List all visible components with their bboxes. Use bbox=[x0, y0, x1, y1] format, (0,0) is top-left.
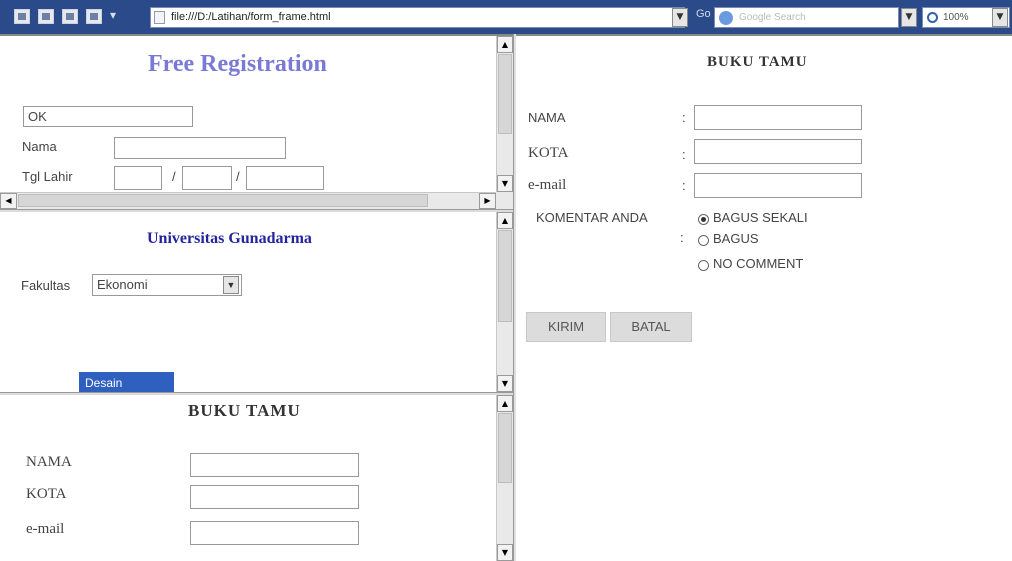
search-dropdown-button[interactable]: ▼ bbox=[901, 8, 917, 27]
google-search-box[interactable]: Google Search bbox=[714, 7, 899, 28]
nama-label: NAMA bbox=[26, 454, 72, 470]
colon: : bbox=[682, 147, 686, 162]
kota-input[interactable] bbox=[694, 139, 862, 164]
guestbook-title: BUKU TAMU bbox=[188, 401, 301, 420]
home-icon[interactable] bbox=[14, 9, 30, 24]
zoom-value: 100% bbox=[943, 12, 969, 23]
kota-label: KOTA bbox=[26, 486, 67, 502]
option-label: NO COMMENT bbox=[713, 256, 804, 271]
year-input[interactable] bbox=[246, 166, 324, 190]
scroll-down-icon[interactable]: ▼ bbox=[497, 544, 513, 561]
scroll-thumb[interactable] bbox=[498, 413, 512, 483]
email-input[interactable] bbox=[190, 521, 359, 545]
address-bar[interactable]: file:///D:/Latihan/form_frame.html bbox=[150, 7, 685, 28]
kota-input[interactable] bbox=[190, 485, 359, 509]
frame1-vertical-scrollbar[interactable]: ▲ ▼ bbox=[496, 36, 513, 192]
frame-registration: Free Registration OK Nama Tgl Lahir / / … bbox=[0, 36, 513, 209]
frame-guestbook-main: BUKU TAMU NAMA : KOTA : e-mail : KOMENTA… bbox=[516, 36, 1012, 561]
page-title: Free Registration bbox=[148, 51, 327, 77]
colon: : bbox=[682, 110, 686, 125]
colon: : bbox=[682, 178, 686, 193]
scroll-up-icon[interactable]: ▲ bbox=[497, 36, 513, 53]
scroll-corner bbox=[496, 192, 513, 209]
radio-no-comment[interactable] bbox=[698, 260, 709, 271]
email-input[interactable] bbox=[694, 173, 862, 198]
month-input[interactable] bbox=[182, 166, 232, 190]
browser-toolbar: ▾ file:///D:/Latihan/form_frame.html ▼ G… bbox=[0, 0, 1012, 34]
magnifier-icon bbox=[927, 12, 938, 23]
scroll-thumb[interactable] bbox=[498, 54, 512, 134]
page-icon[interactable] bbox=[86, 9, 102, 24]
frame1-horizontal-scrollbar[interactable]: ◀ ▶ bbox=[0, 192, 496, 209]
fakultas-label: Fakultas bbox=[21, 278, 71, 293]
option-label: BAGUS SEKALI bbox=[713, 210, 808, 225]
google-icon bbox=[719, 11, 733, 25]
kota-label: KOTA bbox=[528, 145, 569, 161]
chevron-down-icon[interactable]: ▼ bbox=[223, 276, 239, 294]
frame3-vertical-scrollbar[interactable]: ▲ ▼ bbox=[496, 395, 513, 561]
search-placeholder: Google Search bbox=[739, 12, 806, 23]
frame-university: Universitas Gunadarma Fakultas Ekonomi ▼… bbox=[0, 212, 513, 392]
scroll-down-icon[interactable]: ▼ bbox=[497, 375, 513, 392]
nama-label: Nama bbox=[22, 139, 57, 154]
tgl-lahir-label: Tgl Lahir bbox=[22, 169, 73, 184]
fakultas-value: Ekonomi bbox=[97, 277, 148, 292]
bookmarks-icon[interactable] bbox=[38, 9, 54, 24]
komentar-label: KOMENTAR ANDA bbox=[536, 210, 648, 225]
frame2-vertical-scrollbar[interactable]: ▲ ▼ bbox=[496, 212, 513, 392]
frame-guestbook-small: BUKU TAMU NAMA KOTA e-mail ▲ ▼ bbox=[0, 395, 513, 561]
zoom-dropdown-button[interactable]: ▼ bbox=[992, 8, 1008, 27]
address-text: file:///D:/Latihan/form_frame.html bbox=[171, 11, 331, 23]
nama-input[interactable] bbox=[694, 105, 862, 130]
nama-input[interactable] bbox=[190, 453, 359, 477]
scroll-up-icon[interactable]: ▲ bbox=[497, 212, 513, 229]
day-input[interactable] bbox=[114, 166, 162, 190]
email-label: e-mail bbox=[528, 177, 567, 193]
go-button[interactable]: Go bbox=[696, 8, 711, 20]
option-label: BAGUS bbox=[713, 231, 759, 246]
radio-bagus-sekali[interactable] bbox=[698, 214, 709, 225]
address-dropdown-button[interactable]: ▼ bbox=[672, 8, 688, 27]
university-title: Universitas Gunadarma bbox=[147, 230, 312, 247]
chevron-down-icon[interactable]: ▾ bbox=[110, 8, 116, 22]
scroll-thumb[interactable] bbox=[18, 194, 428, 207]
date-separator: / bbox=[172, 169, 176, 184]
scroll-left-icon[interactable]: ◀ bbox=[0, 193, 17, 209]
radio-bagus[interactable] bbox=[698, 235, 709, 246]
batal-button[interactable]: BATAL bbox=[610, 312, 692, 342]
guestbook-title: BUKU TAMU bbox=[707, 54, 808, 70]
email-label: e-mail bbox=[26, 521, 65, 537]
fakultas-select[interactable]: Ekonomi ▼ bbox=[92, 274, 242, 296]
nama-input[interactable] bbox=[114, 137, 286, 159]
date-separator: / bbox=[236, 169, 240, 184]
colon: : bbox=[680, 230, 684, 245]
scroll-right-icon[interactable]: ▶ bbox=[479, 193, 496, 209]
document-icon bbox=[154, 11, 165, 24]
kirim-button[interactable]: KIRIM bbox=[526, 312, 606, 342]
scroll-thumb[interactable] bbox=[498, 230, 512, 322]
scroll-down-icon[interactable]: ▼ bbox=[497, 175, 513, 192]
print-icon[interactable] bbox=[62, 9, 78, 24]
nama-label: NAMA bbox=[528, 110, 566, 125]
list-item[interactable]: Desain bbox=[79, 372, 174, 392]
text-input[interactable]: OK bbox=[23, 106, 193, 127]
scroll-up-icon[interactable]: ▲ bbox=[497, 395, 513, 412]
